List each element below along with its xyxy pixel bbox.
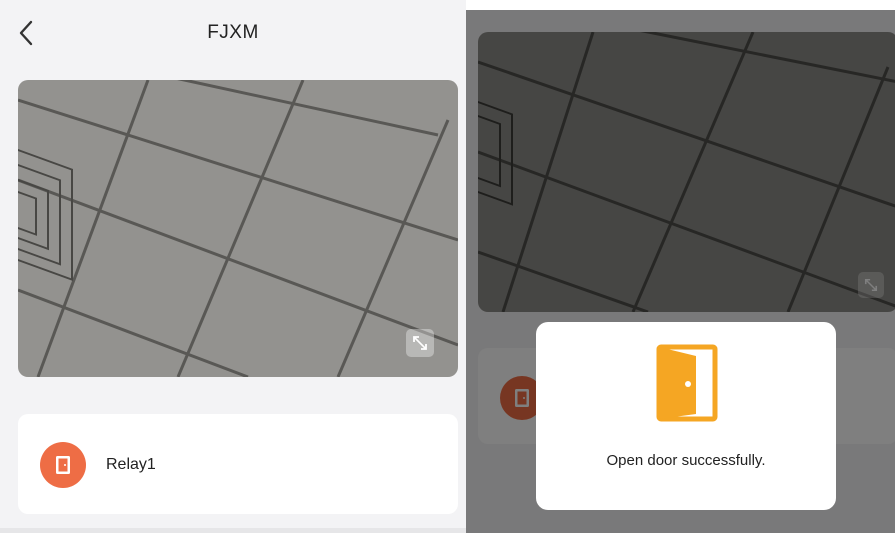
success-message: Open door successfully. [606, 452, 766, 469]
relay-icon-badge [40, 442, 86, 488]
navigation-bar: FJXM [0, 0, 466, 62]
door-icon [56, 456, 70, 474]
fullscreen-button[interactable] [406, 329, 434, 357]
ceiling-camera-image [18, 80, 458, 377]
dimmed-screen: Open door successfully. [466, 10, 895, 533]
intercom-screen: FJXM Relay1 [0, 0, 466, 533]
success-dialog: Open door successfully. [536, 322, 836, 510]
page-title: FJXM [207, 22, 259, 43]
camera-video-feed[interactable] [18, 80, 458, 377]
intercom-screen-confirmation: Open door successfully. [466, 0, 895, 533]
relay-label: Relay1 [106, 456, 156, 473]
expand-icon [413, 336, 427, 350]
bottom-divider [0, 528, 466, 533]
relay-card[interactable]: Relay1 [18, 414, 458, 514]
door-open-icon [656, 344, 718, 422]
